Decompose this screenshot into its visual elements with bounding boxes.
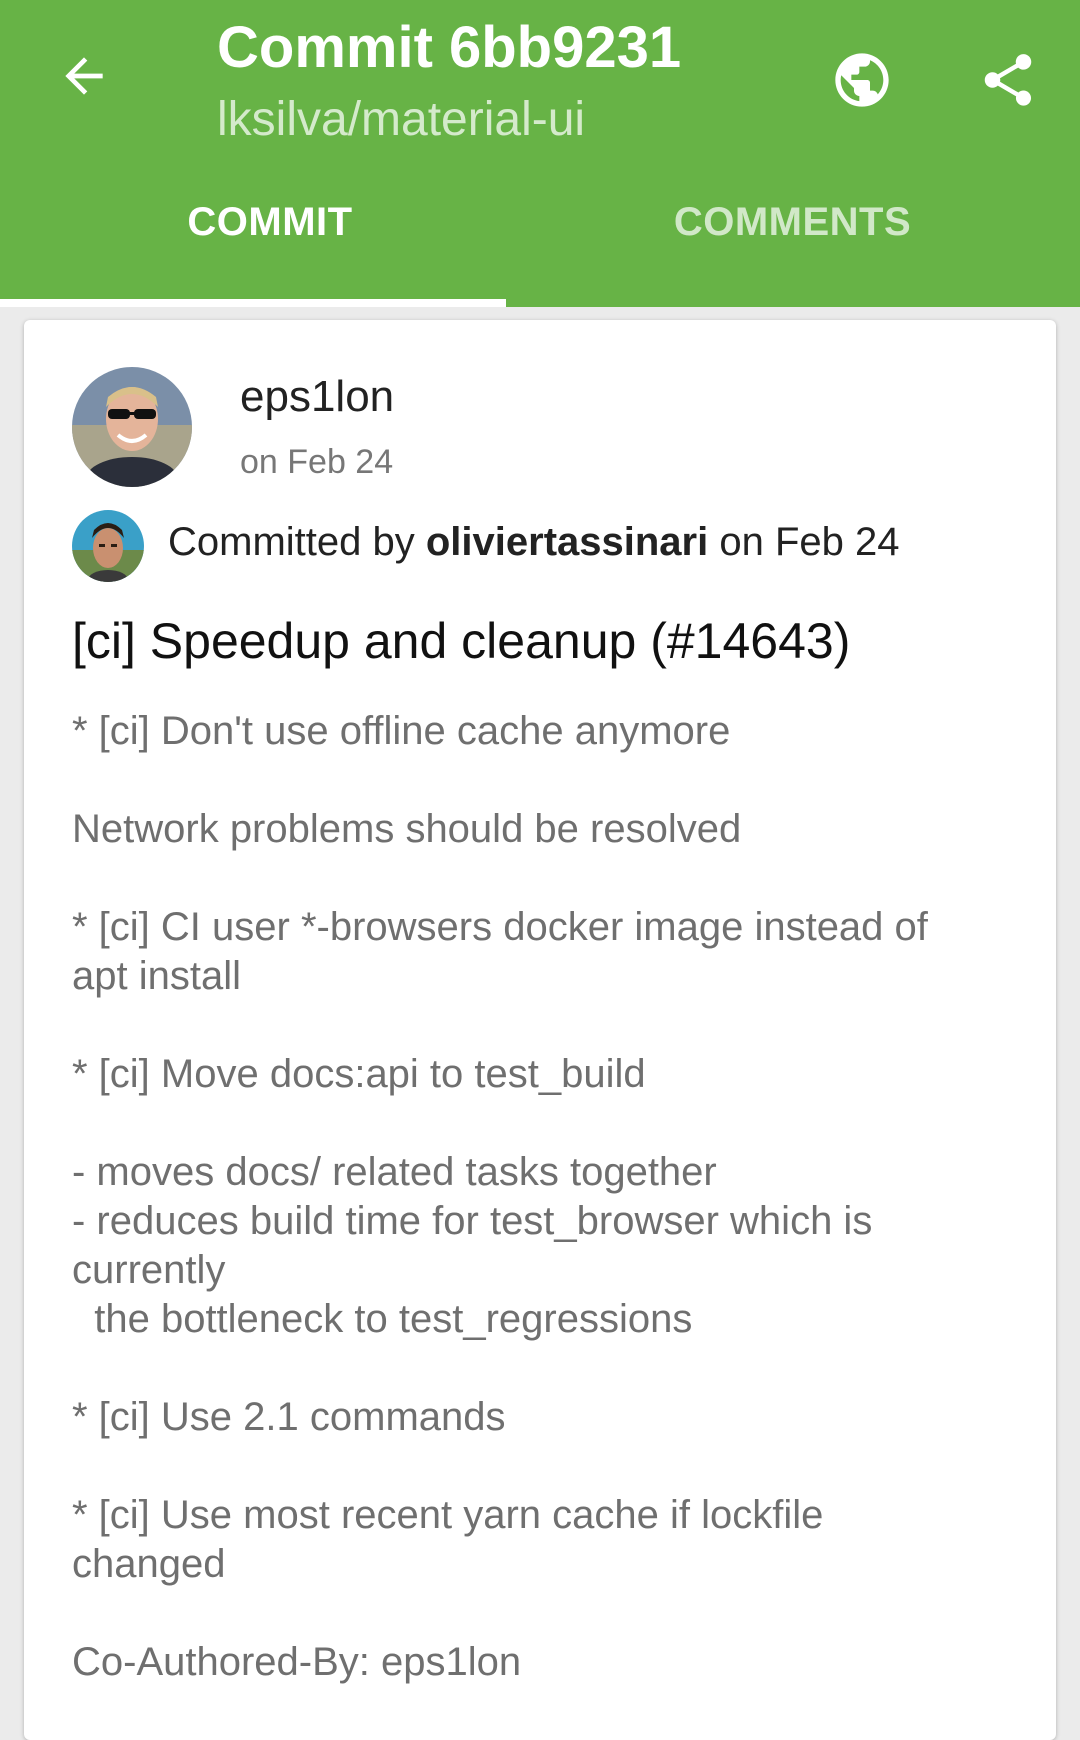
commit-message-body: * [ci] Don't use offline cache anymore N…	[72, 709, 928, 1684]
repo-subtitle[interactable]: lksilva/material-ui	[217, 92, 585, 147]
globe-icon	[835, 53, 889, 107]
author-name[interactable]: eps1lon	[240, 372, 394, 422]
commit-title: [ci] Speedup and cleanup (#14643)	[72, 613, 851, 669]
active-tab-indicator	[0, 299, 506, 307]
committer-name[interactable]: oliviertassinari	[426, 520, 708, 564]
author-date: on Feb 24	[240, 443, 394, 481]
page-title: Commit 6bb9231	[217, 15, 682, 80]
share-button[interactable]	[968, 40, 1048, 120]
arrow-left-icon	[65, 57, 103, 95]
committed-prefix: Committed by	[168, 520, 426, 564]
share-icon	[984, 54, 1032, 106]
committed-suffix: on Feb 24	[708, 520, 900, 564]
tab-comments[interactable]: COMMENTS	[540, 200, 1045, 307]
tab-commit[interactable]: COMMIT	[0, 200, 540, 307]
back-button[interactable]	[44, 36, 124, 116]
commit-card: eps1lon on Feb 24 Committed by olivierta…	[24, 320, 1056, 1740]
committer-avatar[interactable]	[72, 510, 144, 582]
app-bar: Commit 6bb9231 lksilva/material-ui COMMI…	[0, 0, 1080, 307]
author-avatar[interactable]	[72, 367, 192, 487]
committed-by-line: Committed by oliviertassinari on Feb 24	[168, 520, 899, 565]
open-in-browser-button[interactable]	[822, 40, 902, 120]
